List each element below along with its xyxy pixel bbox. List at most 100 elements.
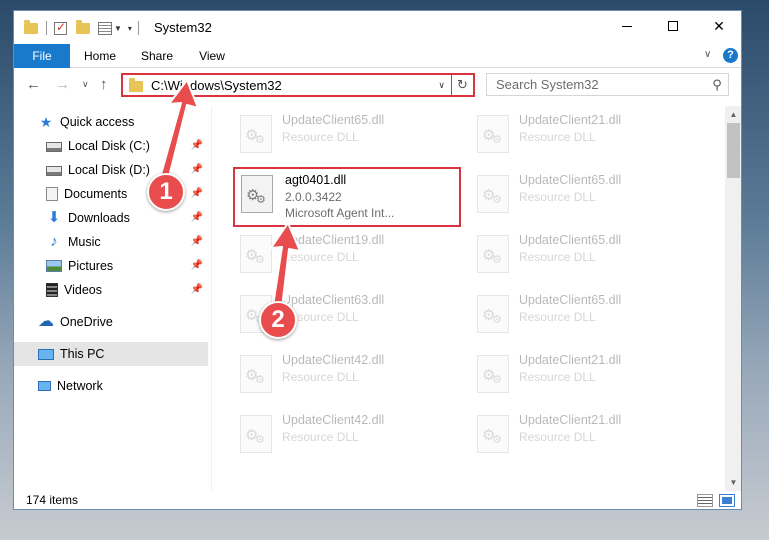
navigation-bar: ← → ∨ ↑ C:\Windows\System32 ∨ ↻ Search S… bbox=[14, 68, 741, 102]
sidebar-item-local-disk-d[interactable]: Local Disk (D:) 📌 bbox=[46, 158, 208, 182]
step-badge-2: 2 bbox=[259, 301, 297, 339]
scroll-down-arrow-icon[interactable]: ▼ bbox=[725, 474, 741, 491]
file-description: Microsoft Agent Int... bbox=[285, 206, 395, 220]
pin-icon[interactable]: 📌 bbox=[191, 164, 203, 175]
item-count: 174 items bbox=[26, 493, 79, 507]
sidebar-item-this-pc[interactable]: This PC bbox=[14, 342, 208, 366]
file-tile[interactable]: UpdateClient65.dll Resource DLL bbox=[471, 229, 696, 283]
quick-access-dropdown-icon[interactable]: ▾ bbox=[128, 24, 132, 33]
file-tile[interactable]: UpdateClient65.dll Resource DLL bbox=[471, 289, 696, 343]
up-arrow-icon[interactable]: ↑ bbox=[100, 76, 108, 93]
pictures-icon bbox=[46, 260, 62, 272]
status-bar: 174 items bbox=[14, 491, 741, 509]
vertical-scrollbar[interactable]: ▲ ▼ bbox=[725, 106, 741, 491]
title-bar: ▼ ▾ System32 ✕ bbox=[14, 11, 741, 44]
navigation-pane: ★ Quick access Local Disk (C:) 📌 Local D… bbox=[14, 106, 211, 491]
file-type: Resource DLL bbox=[519, 190, 596, 204]
large-icons-view-icon[interactable] bbox=[719, 494, 735, 507]
sidebar-item-label: Quick access bbox=[60, 115, 135, 129]
search-input[interactable]: Search System32 bbox=[487, 77, 706, 92]
quick-access-toolbar: ▼ ▾ bbox=[24, 19, 139, 37]
sidebar-item-onedrive[interactable]: ☁ OneDrive bbox=[38, 310, 208, 334]
toolbar-separator bbox=[46, 21, 47, 35]
address-dropdown-chevron-icon[interactable]: ∨ bbox=[438, 80, 445, 91]
file-tile[interactable]: UpdateClient21.dll Resource DLL bbox=[471, 349, 696, 403]
maximize-button[interactable] bbox=[650, 11, 696, 41]
file-tile[interactable]: UpdateClient65.dll Resource DLL bbox=[234, 109, 459, 163]
file-type: Resource DLL bbox=[519, 370, 596, 384]
file-type: Resource DLL bbox=[519, 130, 596, 144]
dll-file-icon bbox=[240, 415, 272, 453]
pin-icon[interactable]: 📌 bbox=[191, 140, 203, 151]
pin-icon[interactable]: 📌 bbox=[191, 212, 203, 223]
tab-share[interactable]: Share bbox=[134, 44, 180, 68]
address-bar[interactable]: C:\Windows\System32 ∨ ↻ bbox=[121, 73, 475, 97]
file-type: Resource DLL bbox=[282, 430, 359, 444]
file-name: UpdateClient65.dll bbox=[282, 113, 385, 127]
help-button[interactable]: ? bbox=[723, 48, 738, 63]
customize-toolbar-chevron-icon[interactable]: ▼ bbox=[114, 24, 122, 33]
sidebar-item-label: Local Disk (C:) bbox=[68, 139, 150, 153]
file-type: Resource DLL bbox=[282, 250, 359, 264]
scroll-up-arrow-icon[interactable]: ▲ bbox=[725, 106, 741, 123]
pane-divider[interactable] bbox=[211, 106, 212, 491]
file-tile[interactable]: UpdateClient42.dll Resource DLL bbox=[234, 349, 459, 403]
dll-file-icon bbox=[241, 175, 273, 213]
sidebar-item-downloads[interactable]: ⬇ Downloads 📌 bbox=[46, 206, 208, 230]
file-tile[interactable]: UpdateClient42.dll Resource DLL bbox=[234, 409, 459, 463]
close-button[interactable]: ✕ bbox=[696, 11, 741, 41]
sidebar-item-music[interactable]: ♪ Music 📌 bbox=[46, 230, 208, 254]
forward-arrow-icon[interactable]: → bbox=[55, 76, 70, 93]
sidebar-item-network[interactable]: Network bbox=[38, 374, 208, 398]
maximize-icon bbox=[668, 21, 678, 31]
file-tile[interactable]: UpdateClient19.dll Resource DLL bbox=[234, 229, 459, 283]
toolbar-separator bbox=[137, 21, 139, 35]
dll-file-icon bbox=[240, 355, 272, 393]
file-name: UpdateClient21.dll bbox=[519, 413, 622, 427]
recent-locations-chevron-icon[interactable]: ∨ bbox=[82, 79, 89, 90]
video-icon bbox=[46, 283, 58, 297]
sidebar-item-videos[interactable]: Videos 📌 bbox=[46, 278, 208, 302]
file-tile[interactable]: UpdateClient21.dll Resource DLL bbox=[471, 409, 696, 463]
star-icon: ★ bbox=[39, 114, 53, 130]
search-box[interactable]: Search System32 ⚲ bbox=[486, 73, 729, 96]
pin-icon[interactable]: 📌 bbox=[191, 284, 203, 295]
minimize-button[interactable] bbox=[604, 11, 650, 41]
pin-icon[interactable]: 📌 bbox=[191, 260, 203, 271]
new-folder-icon[interactable] bbox=[76, 19, 90, 34]
sidebar-item-label: This PC bbox=[60, 347, 105, 361]
file-type: Resource DLL bbox=[282, 370, 359, 384]
search-icon[interactable]: ⚲ bbox=[706, 77, 728, 93]
tab-file[interactable]: File bbox=[14, 44, 70, 68]
properties-check-icon[interactable] bbox=[54, 20, 67, 35]
file-tile-agt0401[interactable]: agt0401.dll 2.0.0.3422 Microsoft Agent I… bbox=[233, 167, 461, 227]
address-path[interactable]: C:\Windows\System32 bbox=[151, 78, 438, 93]
music-icon: ♪ bbox=[50, 233, 58, 250]
refresh-icon[interactable]: ↻ bbox=[451, 75, 473, 95]
pin-icon[interactable]: 📌 bbox=[191, 236, 203, 247]
chevron-down-icon[interactable]: ∨ bbox=[704, 49, 711, 60]
tab-home[interactable]: Home bbox=[76, 44, 124, 68]
computer-icon bbox=[38, 349, 54, 360]
file-name: agt0401.dll bbox=[285, 173, 347, 187]
file-name: UpdateClient19.dll bbox=[282, 233, 385, 247]
file-name: UpdateClient21.dll bbox=[519, 113, 622, 127]
sidebar-item-pictures[interactable]: Pictures 📌 bbox=[46, 254, 208, 278]
tab-view[interactable]: View bbox=[192, 44, 232, 68]
file-tile[interactable]: UpdateClient65.dll Resource DLL bbox=[471, 169, 696, 223]
rename-icon[interactable] bbox=[98, 21, 112, 35]
file-name: UpdateClient65.dll bbox=[519, 293, 622, 307]
folder-icon bbox=[24, 19, 38, 34]
back-arrow-icon[interactable]: ← bbox=[26, 76, 41, 93]
dll-file-icon bbox=[240, 235, 272, 273]
dll-file-icon bbox=[477, 295, 509, 333]
sidebar-item-quick-access[interactable]: ★ Quick access bbox=[38, 110, 208, 134]
sidebar-item-local-disk-c[interactable]: Local Disk (C:) 📌 bbox=[46, 134, 208, 158]
scrollbar-thumb[interactable] bbox=[727, 123, 740, 178]
file-tile[interactable]: UpdateClient21.dll Resource DLL bbox=[471, 109, 696, 163]
details-view-icon[interactable] bbox=[697, 494, 713, 507]
pin-icon[interactable]: 📌 bbox=[191, 188, 203, 199]
file-name: UpdateClient21.dll bbox=[519, 353, 622, 367]
file-type: Resource DLL bbox=[519, 310, 596, 324]
file-name: UpdateClient65.dll bbox=[519, 173, 622, 187]
